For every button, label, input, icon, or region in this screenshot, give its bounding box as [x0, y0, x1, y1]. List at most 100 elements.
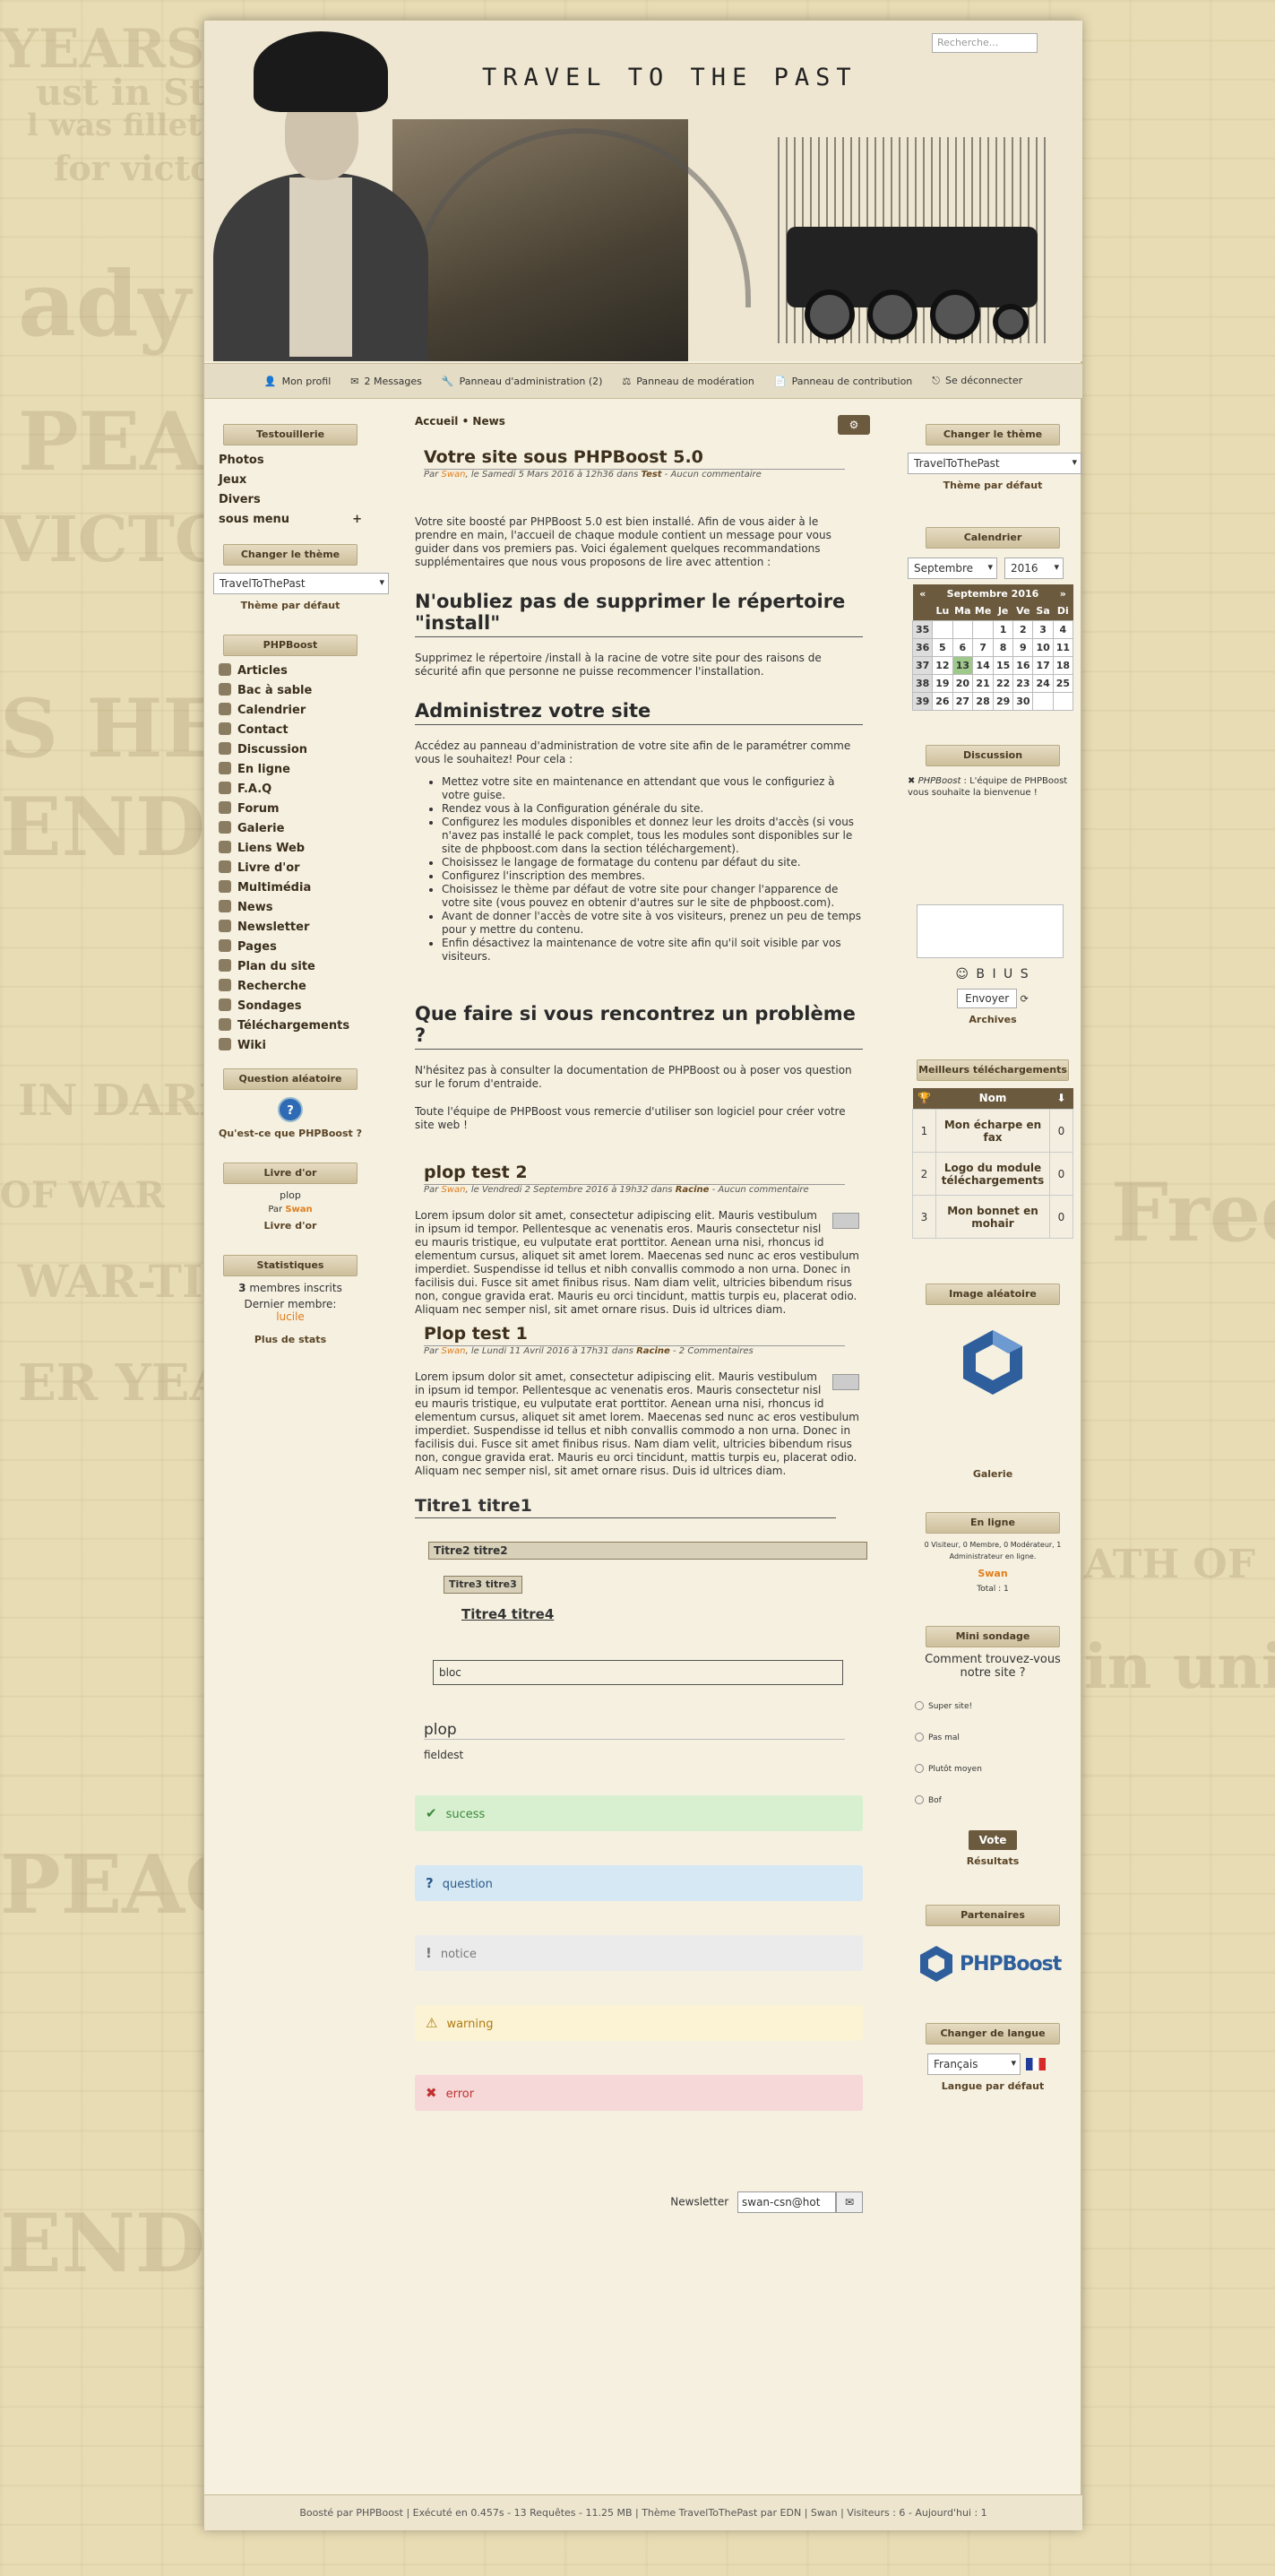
comments[interactable]: - Aucun commentaire [712, 1185, 809, 1195]
sidebar-item[interactable]: En ligne [219, 760, 362, 780]
sidebar-item[interactable]: Contact [219, 721, 362, 740]
archives-link[interactable]: Archives [908, 1014, 1078, 1025]
comments[interactable]: - Aucun commentaire [665, 470, 762, 480]
calendar-day[interactable]: 3 [1032, 619, 1054, 639]
sidebar-item[interactable]: Livre d'or [219, 859, 362, 878]
sidebar-item[interactable]: F.A.Q [219, 780, 362, 800]
vote-button[interactable]: Vote [968, 1830, 1018, 1850]
nav-2-messages[interactable]: ✉ 2 Messages [350, 376, 422, 387]
calendar-day[interactable]: 13 [952, 655, 974, 675]
article-title[interactable]: plop test 2 [424, 1163, 845, 1185]
download-name[interactable]: Mon bonnet en mohair [935, 1195, 1050, 1239]
calendar-day[interactable]: 1 [992, 619, 1014, 639]
sidebar-item[interactable]: Newsletter [219, 918, 362, 938]
theme-default-link[interactable]: Thème par défaut [210, 600, 371, 611]
calendar-day[interactable]: 10 [1032, 637, 1054, 657]
calendar-day[interactable]: 4 [1052, 619, 1074, 639]
close-icon[interactable]: ✖ [908, 776, 918, 786]
calendar-day[interactable]: 22 [992, 673, 1014, 693]
author[interactable]: Swan [441, 1346, 465, 1356]
author[interactable]: Swan [441, 1185, 465, 1195]
sidebar-item[interactable]: Articles [219, 661, 362, 681]
category[interactable]: Racine [636, 1346, 670, 1356]
calendar-day[interactable]: 28 [972, 691, 994, 711]
nav-mon-profil[interactable]: 👤 Mon profil [264, 376, 331, 387]
calendar-day[interactable]: 30 [1012, 691, 1034, 711]
sidebar-item[interactable]: Calendrier [219, 701, 362, 721]
results-link[interactable]: Résultats [908, 1855, 1078, 1867]
poll-option[interactable]: Plutôt moyen [915, 1764, 1078, 1774]
poll-option[interactable]: Bof [915, 1795, 1078, 1805]
theme-default-link[interactable]: Thème par défaut [908, 480, 1078, 491]
search-input[interactable]: Recherche... [932, 33, 1038, 53]
menu-item[interactable]: sous menu + [219, 510, 362, 530]
calendar-day[interactable]: 15 [992, 655, 1014, 675]
format-toolbar[interactable]: ☺ B I U S [908, 967, 1078, 981]
sidebar-item[interactable]: Téléchargements [219, 1016, 362, 1036]
calendar-day[interactable]: 21 [972, 673, 994, 693]
calendar-day[interactable]: 24 [1032, 673, 1054, 693]
guestbook-author[interactable]: Swan [285, 1205, 312, 1215]
calendar-day[interactable]: 26 [932, 691, 953, 711]
calendar-day[interactable]: 5 [932, 637, 953, 657]
sidebar-item[interactable]: News [219, 898, 362, 918]
sidebar-item[interactable]: Recherche [219, 977, 362, 997]
newsletter-email-input[interactable]: swan-csn@hot [737, 2191, 836, 2213]
poll-option[interactable]: Pas mal [915, 1733, 1078, 1742]
calendar-day[interactable]: 19 [932, 673, 953, 693]
prev-month-icon[interactable]: « [912, 584, 933, 602]
nav-panneau-d-administration-2-[interactable]: 🔧 Panneau d'administration (2) [442, 376, 603, 387]
calendar-day[interactable]: 16 [1012, 655, 1034, 675]
nav-panneau-de-mod-ration[interactable]: ⚖ Panneau de modération [622, 376, 754, 387]
radio-icon[interactable] [915, 1764, 924, 1773]
online-user[interactable]: Swan [908, 1568, 1078, 1579]
refresh-icon[interactable]: ⟳ [1021, 993, 1029, 1005]
category[interactable]: Racine [676, 1185, 710, 1195]
calendar-day[interactable]: 27 [952, 691, 974, 711]
menu-item[interactable]: Photos [219, 451, 362, 471]
calendar-day[interactable]: 18 [1052, 655, 1074, 675]
calendar-day[interactable]: 2 [1012, 619, 1034, 639]
nav-se-d-connecter[interactable]: ⎋ Se déconnecter [932, 375, 1022, 387]
gallery-link[interactable]: Galerie [908, 1468, 1078, 1480]
more-stats-link[interactable]: Plus de stats [210, 1334, 371, 1345]
sidebar-item[interactable]: Bac à sable [219, 681, 362, 701]
last-member-name[interactable]: lucile [210, 1310, 371, 1323]
theme-select[interactable]: TravelToThePast [213, 573, 389, 594]
calendar-day[interactable]: 17 [1032, 655, 1054, 675]
calendar-day[interactable]: 6 [952, 637, 974, 657]
category[interactable]: Test [642, 470, 662, 480]
author[interactable]: Swan [441, 470, 465, 480]
shoutbox-textarea[interactable] [917, 903, 1064, 958]
comments[interactable]: - 2 Commentaires [673, 1346, 754, 1356]
plus-icon[interactable]: + [352, 510, 362, 530]
calendar-day[interactable]: 12 [932, 655, 953, 675]
random-question[interactable]: Qu'est-ce que PHPBoost ? [210, 1128, 371, 1139]
theme-select-right[interactable]: TravelToThePast [908, 453, 1081, 474]
sidebar-item[interactable]: Plan du site [219, 957, 362, 977]
year-select[interactable]: 2016 [1004, 558, 1064, 579]
article-title[interactable]: Votre site sous PHPBoost 5.0 [424, 447, 845, 470]
radio-icon[interactable] [915, 1795, 924, 1804]
download-name[interactable]: Mon écharpe en fax [935, 1109, 1050, 1153]
breadcrumb-home[interactable]: Accueil [415, 415, 458, 428]
breadcrumb-news[interactable]: News [472, 415, 504, 428]
sidebar-item[interactable]: Liens Web [219, 839, 362, 859]
radio-icon[interactable] [915, 1701, 924, 1710]
phpboost-logo[interactable]: PHPBoost [917, 1944, 1078, 1984]
send-button[interactable]: Envoyer [957, 988, 1018, 1008]
article-title[interactable]: Plop test 1 [424, 1324, 845, 1346]
menu-item[interactable]: Divers [219, 490, 362, 510]
sidebar-item[interactable]: Galerie [219, 819, 362, 839]
nav-panneau-de-contribution[interactable]: 📄 Panneau de contribution [774, 376, 912, 387]
calendar-day[interactable]: 8 [992, 637, 1014, 657]
menu-item[interactable]: Jeux [219, 471, 362, 490]
gear-icon[interactable]: ⚙ [838, 415, 870, 435]
radio-icon[interactable] [915, 1733, 924, 1742]
language-select[interactable]: Français [927, 2053, 1021, 2075]
calendar-day[interactable]: 14 [972, 655, 994, 675]
sidebar-item[interactable]: Multimédia [219, 878, 362, 898]
calendar-day[interactable]: 7 [972, 637, 994, 657]
sidebar-item[interactable]: Pages [219, 938, 362, 957]
calendar-day[interactable]: 23 [1012, 673, 1034, 693]
